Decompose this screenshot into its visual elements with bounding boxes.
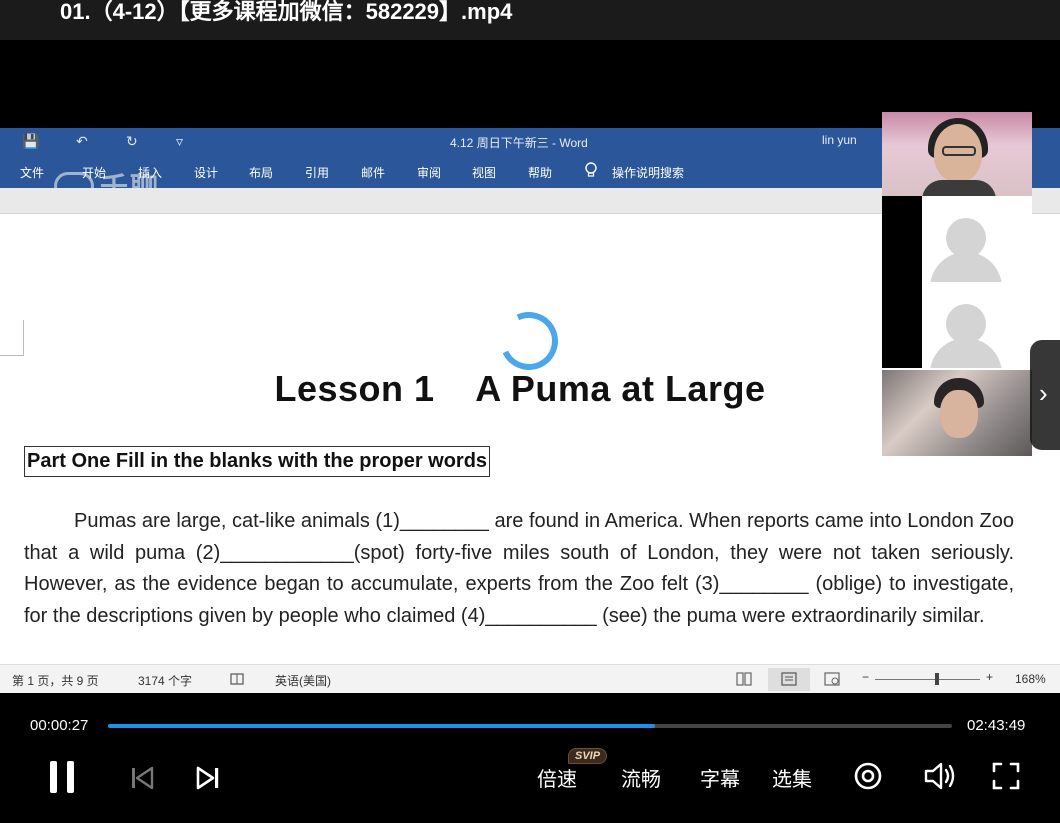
status-bar: 第 1 页，共 9 页 3174 个字 英语(美国) − + 168%: [0, 664, 1060, 693]
progress-bar[interactable]: [108, 724, 952, 728]
print-layout-view: [768, 668, 810, 691]
undo-icon: ↶: [76, 133, 88, 149]
save-icon: 💾: [22, 133, 40, 149]
paragraph: Pumas are large, cat-like animals (1)___…: [24, 506, 1014, 648]
player-controls: 00:00:27 02:43:49 SVIP 倍速 流畅 字幕 选集: [0, 693, 1060, 823]
speed-button[interactable]: 倍速: [537, 763, 577, 792]
menu-review: 审阅: [417, 166, 442, 180]
chevron-right-icon: ›: [1039, 378, 1048, 408]
proofing-icon: [230, 673, 244, 685]
menu-design: 设计: [194, 166, 219, 180]
zoom-level: 168%: [1015, 672, 1046, 686]
teacher-video: [882, 112, 1032, 196]
total-time: 02:43:49: [967, 717, 1026, 734]
redo-icon: ↻: [126, 133, 138, 149]
customize-icon: ▿: [176, 133, 184, 149]
progress-fill: [108, 724, 655, 728]
language: 英语(美国): [275, 674, 331, 688]
svip-badge: SVIP: [568, 748, 608, 764]
menu-help: 帮助: [528, 166, 553, 180]
print-layout-icon: [781, 672, 797, 686]
subtitle-button[interactable]: 字幕: [700, 763, 740, 792]
zoom-thumb: [935, 673, 939, 685]
teacher-body: [922, 180, 996, 196]
current-time: 00:00:27: [30, 717, 89, 734]
pause-button[interactable]: [48, 759, 76, 795]
menu-mailings: 邮件: [361, 166, 386, 180]
menu-layout: 布局: [249, 166, 274, 180]
teacher-glasses: [942, 146, 976, 156]
video-title: 01.（4-12）【更多课程加微信：582229】.mp4: [60, 0, 513, 24]
participant-tiles: [882, 112, 1032, 456]
user-name: lin yun: [822, 133, 857, 147]
document-title: 4.12 周日下午新三 - Word: [450, 136, 588, 150]
participant-avatar-2: [882, 282, 1032, 368]
episodes-button[interactable]: 选集: [772, 763, 812, 792]
title-bar: 01.（4-12）【更多课程加微信：582229】.mp4: [0, 0, 1060, 40]
menu-view: 视图: [472, 166, 497, 180]
previous-button[interactable]: [130, 766, 154, 790]
web-layout-icon: [824, 672, 840, 686]
quality-button[interactable]: 流畅: [621, 763, 661, 792]
zoom-track: [875, 679, 980, 680]
side-panel-toggle[interactable]: ›: [1030, 340, 1060, 450]
next-button[interactable]: [196, 766, 220, 790]
menu-references: 引用: [305, 166, 330, 180]
lightbulb-icon: [585, 162, 597, 177]
paragraph-text: Pumas are large, cat-like animals (1)___…: [24, 510, 1014, 627]
read-mode-icon: [736, 672, 752, 686]
fullscreen-button[interactable]: [991, 761, 1021, 791]
volume-button[interactable]: [923, 761, 957, 791]
avatar-body: [930, 252, 1002, 282]
danmaku-settings-button[interactable]: [853, 761, 883, 791]
avatar-body: [930, 338, 1002, 368]
video-area[interactable]: 💾 ↶ ↻ ▿ 4.12 周日下午新三 - Word lin yun 文件 开始…: [0, 40, 1060, 693]
student-face: [940, 390, 978, 438]
zoom-in: +: [986, 670, 994, 684]
page-count: 第 1 页，共 9 页: [12, 674, 99, 688]
part-heading: Part One Fill in the blanks with the pro…: [24, 446, 491, 477]
zoom-out: −: [862, 670, 870, 684]
word-count: 3174 个字: [138, 674, 193, 688]
margin-mark: [0, 320, 24, 356]
participant-avatar-1: [882, 196, 1032, 282]
search-hint: 操作说明搜索: [612, 166, 685, 180]
menu-file: 文件: [20, 166, 45, 180]
student-video: [882, 370, 1032, 456]
